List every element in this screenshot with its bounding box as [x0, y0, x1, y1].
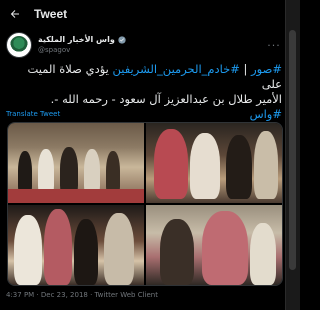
translate-tweet-link[interactable]: Translate Tweet [6, 110, 60, 118]
tweet-photo-4[interactable] [146, 205, 282, 285]
avatar[interactable] [6, 32, 32, 58]
author-handle[interactable]: @spagov [38, 45, 126, 56]
tweet-window: Tweet واس الأخبار الملكية @spagov ··· #ص… [0, 0, 286, 310]
tweet-photo-1[interactable] [8, 123, 144, 203]
more-options-button[interactable]: ··· [266, 37, 282, 53]
tweet-photo-3[interactable] [8, 205, 144, 285]
author-display-name-text: واس الأخبار الملكية [38, 35, 115, 44]
tweet-line-2: الأمير طلال بن عبدالعزيز آل سعود - رحمه … [50, 92, 282, 106]
hashtag-link[interactable]: #صور [251, 62, 282, 76]
tweet-media-grid [7, 122, 283, 286]
verified-badge-icon [118, 35, 126, 44]
tweet-photo-2[interactable] [146, 123, 282, 203]
separator-text: | [239, 62, 252, 76]
tweet-metadata: 4:37 PM · Dec 23, 2018 · Twitter Web Cli… [6, 291, 158, 299]
meta-separator: · [87, 291, 95, 299]
scrollbar[interactable] [285, 0, 300, 310]
hashtag-link[interactable]: #واس [250, 107, 282, 121]
arrow-left-icon [10, 10, 19, 18]
tweet-header: Tweet [0, 0, 286, 28]
tweet-time[interactable]: 4:37 PM [6, 291, 34, 299]
tweet-client[interactable]: Twitter Web Client [95, 291, 158, 299]
author-display-name[interactable]: واس الأخبار الملكية [38, 34, 126, 45]
meta-separator: · [34, 291, 41, 299]
tweet-author: واس الأخبار الملكية @spagov ··· [6, 32, 282, 58]
more-icon: ··· [267, 38, 281, 52]
spa-logo-icon [10, 36, 28, 54]
hashtag-link[interactable]: #خادم_الحرمين_الشريفين [113, 62, 240, 76]
author-names: واس الأخبار الملكية @spagov [38, 34, 126, 56]
scrollbar-thumb[interactable] [289, 30, 296, 270]
tweet-date[interactable]: Dec 23, 2018 [41, 291, 88, 299]
back-button[interactable] [6, 5, 24, 23]
page-title: Tweet [34, 7, 68, 21]
tweet-line-1: #صور | #خادم_الحرمين_الشريفين يؤدي صلاة … [6, 62, 282, 92]
